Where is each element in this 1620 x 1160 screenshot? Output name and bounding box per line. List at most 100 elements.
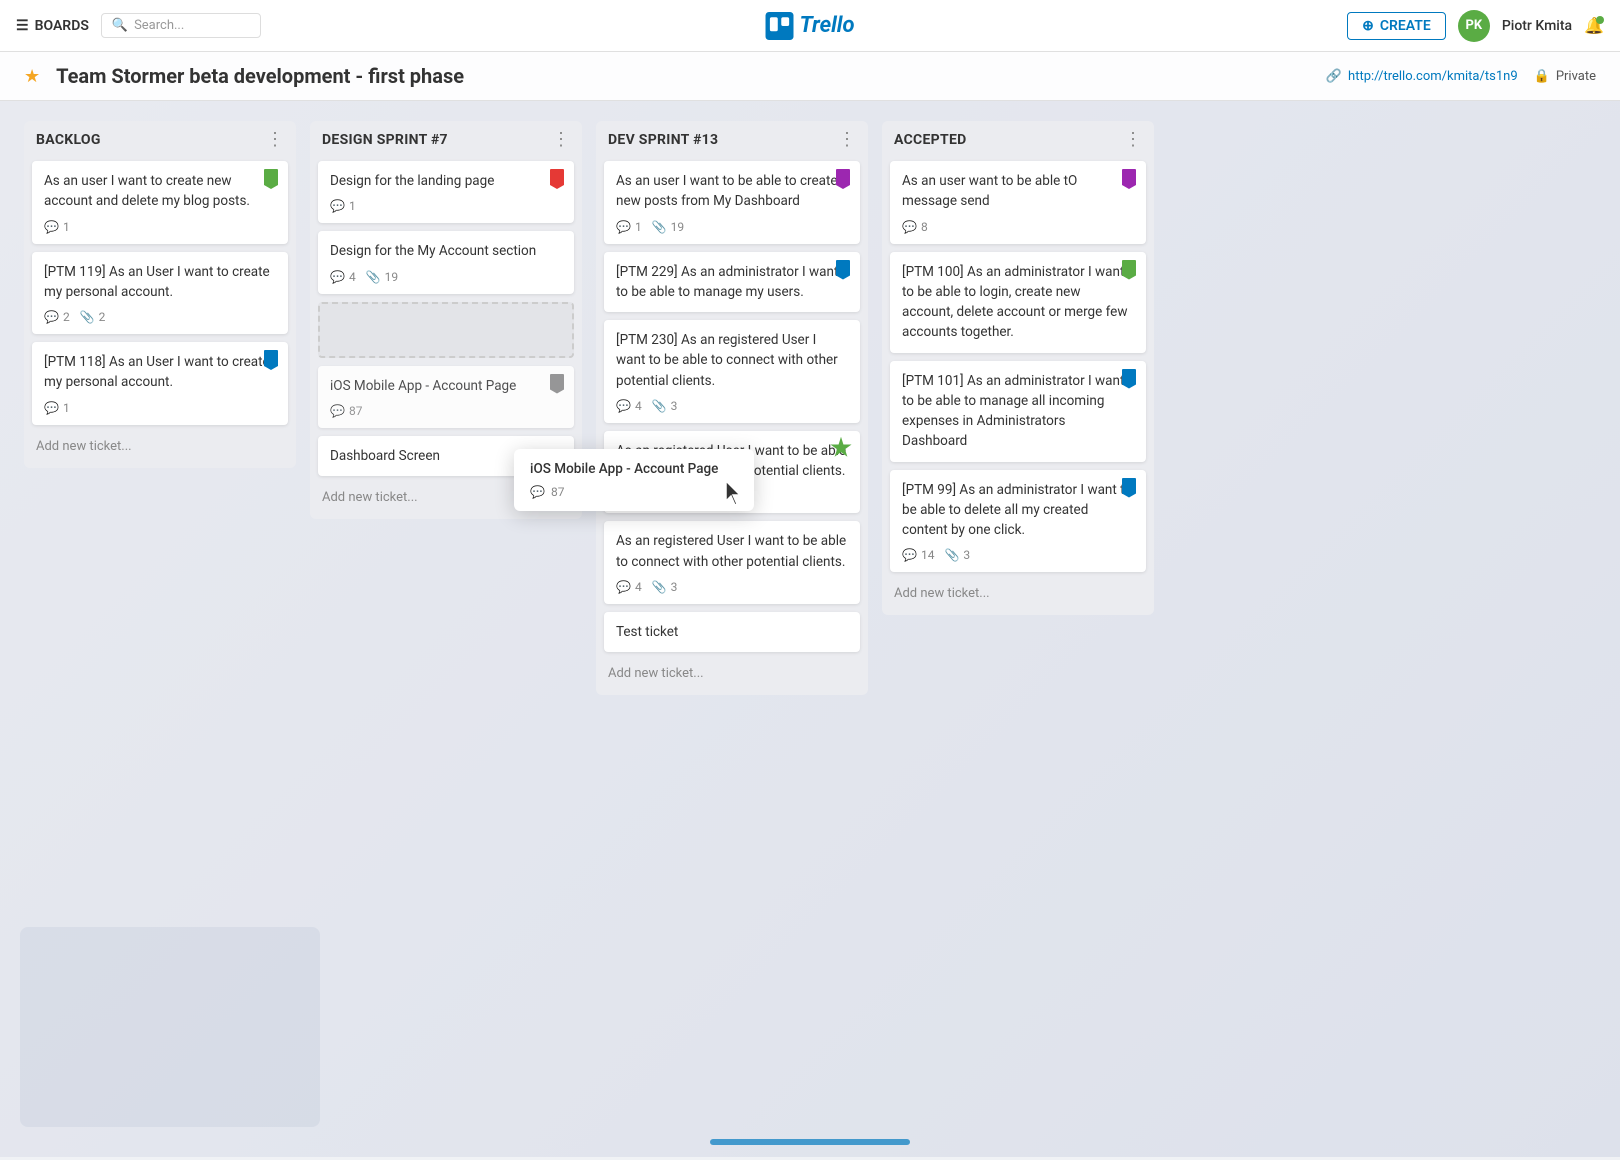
comment-icon	[44, 310, 59, 324]
card-dev-3[interactable]: [PTM 230] As an registered User I want t…	[604, 320, 860, 423]
card-comments: 1	[330, 199, 356, 213]
star-icon[interactable]: ★	[24, 66, 40, 87]
boards-label: BOARDS	[35, 18, 89, 34]
card-design-3[interactable]: iOS Mobile App - Account Page 87	[318, 366, 574, 428]
attach-count: 3	[671, 580, 678, 594]
comment-count: 87	[349, 404, 363, 418]
card-comments: 4	[330, 270, 356, 284]
column-backlog: Backlog ⋮ As an user I want to create ne…	[24, 121, 296, 468]
column-menu-backlog[interactable]: ⋮	[266, 131, 284, 149]
column-menu-accepted[interactable]: ⋮	[1124, 131, 1142, 149]
board-titlebar: ★ Team Stormer beta development - first …	[0, 52, 1620, 101]
add-ticket-backlog[interactable]: Add new ticket...	[32, 433, 288, 460]
comment-icon	[902, 548, 917, 562]
card-footer: 8	[902, 220, 1134, 234]
comment-icon	[44, 220, 59, 234]
plus-icon: ⊕	[1362, 18, 1374, 34]
column-header-accepted: Accepted ⋮	[890, 131, 1146, 153]
column-title-accepted: Accepted	[894, 132, 967, 148]
card-design-2[interactable]: Design for the My Account section 4 19	[318, 231, 574, 293]
column-dev-sprint-13: DEV SPRINT #13 ⋮ As an user I want to be…	[596, 121, 868, 695]
board-privacy[interactable]: 🔒 Private	[1534, 69, 1596, 84]
comment-count: 1	[63, 401, 70, 415]
badge-blue	[1122, 478, 1136, 498]
card-footer: 1	[44, 220, 276, 234]
badge-purple	[836, 169, 850, 189]
card-accepted-2[interactable]: [PTM 100] As an administrator I want to …	[890, 252, 1146, 353]
notification-button[interactable]: 🔔	[1584, 16, 1604, 35]
badge-blue	[836, 260, 850, 280]
card-title: [PTM 118] As an User I want to create my…	[44, 352, 276, 393]
column-header-backlog: Backlog ⋮	[32, 131, 288, 153]
lock-icon: 🔒	[1534, 69, 1550, 84]
comment-count: 1	[63, 220, 70, 234]
badge-green	[1122, 260, 1136, 280]
attach-count: 3	[963, 548, 970, 562]
card-backlog-3[interactable]: [PTM 118] As an User I want to create my…	[32, 342, 288, 425]
card-attachments: 3	[652, 399, 678, 413]
card-comments: 4	[616, 399, 642, 413]
column-menu-dev[interactable]: ⋮	[838, 131, 856, 149]
create-label: CREATE	[1380, 18, 1431, 34]
search-placeholder: Search...	[134, 18, 184, 33]
board-meta: 🔗 http://trello.com/kmita/ts1n9 🔒 Privat…	[1326, 69, 1596, 84]
card-title: As an user want to be able tO message se…	[902, 171, 1134, 212]
hamburger-icon: ☰	[16, 18, 29, 34]
comment-count: 1	[635, 220, 642, 234]
card-comments: 87	[330, 404, 362, 418]
popup-card[interactable]: iOS Mobile App - Account Page 87	[514, 449, 754, 511]
card-accepted-3[interactable]: [PTM 101] As an administrator I want to …	[890, 361, 1146, 462]
card-dev-2[interactable]: [PTM 229] As an administrator I want to …	[604, 252, 860, 313]
boards-button[interactable]: ☰ BOARDS	[16, 18, 89, 34]
card-attachments: 19	[366, 270, 398, 284]
badge-gray	[550, 374, 564, 394]
attach-count: 3	[671, 399, 678, 413]
card-dev-1[interactable]: As an user I want to be able to create n…	[604, 161, 860, 244]
card-dev-5[interactable]: As an registered User I want to be able …	[604, 521, 860, 604]
card-accepted-4[interactable]: [PTM 99] As an administrator I want to b…	[890, 470, 1146, 573]
card-title: [PTM 119] As an User I want to create my…	[44, 262, 276, 303]
card-design-1[interactable]: Design for the landing page 1	[318, 161, 574, 223]
add-ticket-dev[interactable]: Add new ticket...	[604, 660, 860, 687]
add-ticket-accepted[interactable]: Add new ticket...	[890, 580, 1146, 607]
comment-icon	[616, 580, 631, 594]
column-title-design: DESIGN SPRINT #7	[322, 132, 448, 148]
drag-placeholder	[318, 302, 574, 358]
app-header: ☰ BOARDS 🔍 Search... Trello ⊕ CREATE PK …	[0, 0, 1620, 52]
card-attachments: 2	[80, 310, 106, 324]
comment-count: 4	[635, 399, 642, 413]
card-footer: 1	[330, 199, 562, 213]
search-box[interactable]: 🔍 Search...	[101, 13, 261, 38]
trello-logo-icon	[766, 12, 794, 40]
card-backlog-1[interactable]: As an user I want to create new account …	[32, 161, 288, 244]
column-header-dev: DEV SPRINT #13 ⋮	[604, 131, 860, 153]
comment-icon	[44, 401, 59, 415]
user-initials: PK	[1465, 18, 1482, 33]
create-button[interactable]: ⊕ CREATE	[1347, 12, 1446, 40]
attach-icon	[80, 310, 95, 324]
attach-count: 19	[385, 270, 399, 284]
board-url-text: http://trello.com/kmita/ts1n9	[1348, 69, 1518, 84]
card-title: [PTM 229] As an administrator I want to …	[616, 262, 848, 303]
board-url[interactable]: 🔗 http://trello.com/kmita/ts1n9	[1326, 69, 1518, 84]
app-logo[interactable]: Trello	[766, 12, 855, 40]
popup-meta: 87	[530, 485, 738, 499]
card-dev-6[interactable]: Test ticket	[604, 612, 860, 652]
card-backlog-2[interactable]: [PTM 119] As an User I want to create my…	[32, 252, 288, 335]
card-title: As an user I want to create new account …	[44, 171, 276, 212]
avatar[interactable]: PK	[1458, 10, 1490, 42]
card-footer: 4 19	[330, 270, 562, 284]
card-title: As an user I want to be able to create n…	[616, 171, 848, 212]
scrollbar-hint[interactable]	[710, 1139, 910, 1145]
comment-icon	[616, 220, 631, 234]
popup-card-title: iOS Mobile App - Account Page	[530, 461, 738, 477]
comment-count: 4	[635, 580, 642, 594]
card-attachments: 3	[944, 548, 970, 562]
link-icon: 🔗	[1326, 69, 1342, 84]
card-accepted-1[interactable]: As an user want to be able tO message se…	[890, 161, 1146, 244]
column-menu-design[interactable]: ⋮	[552, 131, 570, 149]
popup-comment-count: 87	[551, 485, 565, 499]
card-title: Test ticket	[616, 622, 848, 642]
badge-red	[550, 169, 564, 189]
card-footer: 1 19	[616, 220, 848, 234]
